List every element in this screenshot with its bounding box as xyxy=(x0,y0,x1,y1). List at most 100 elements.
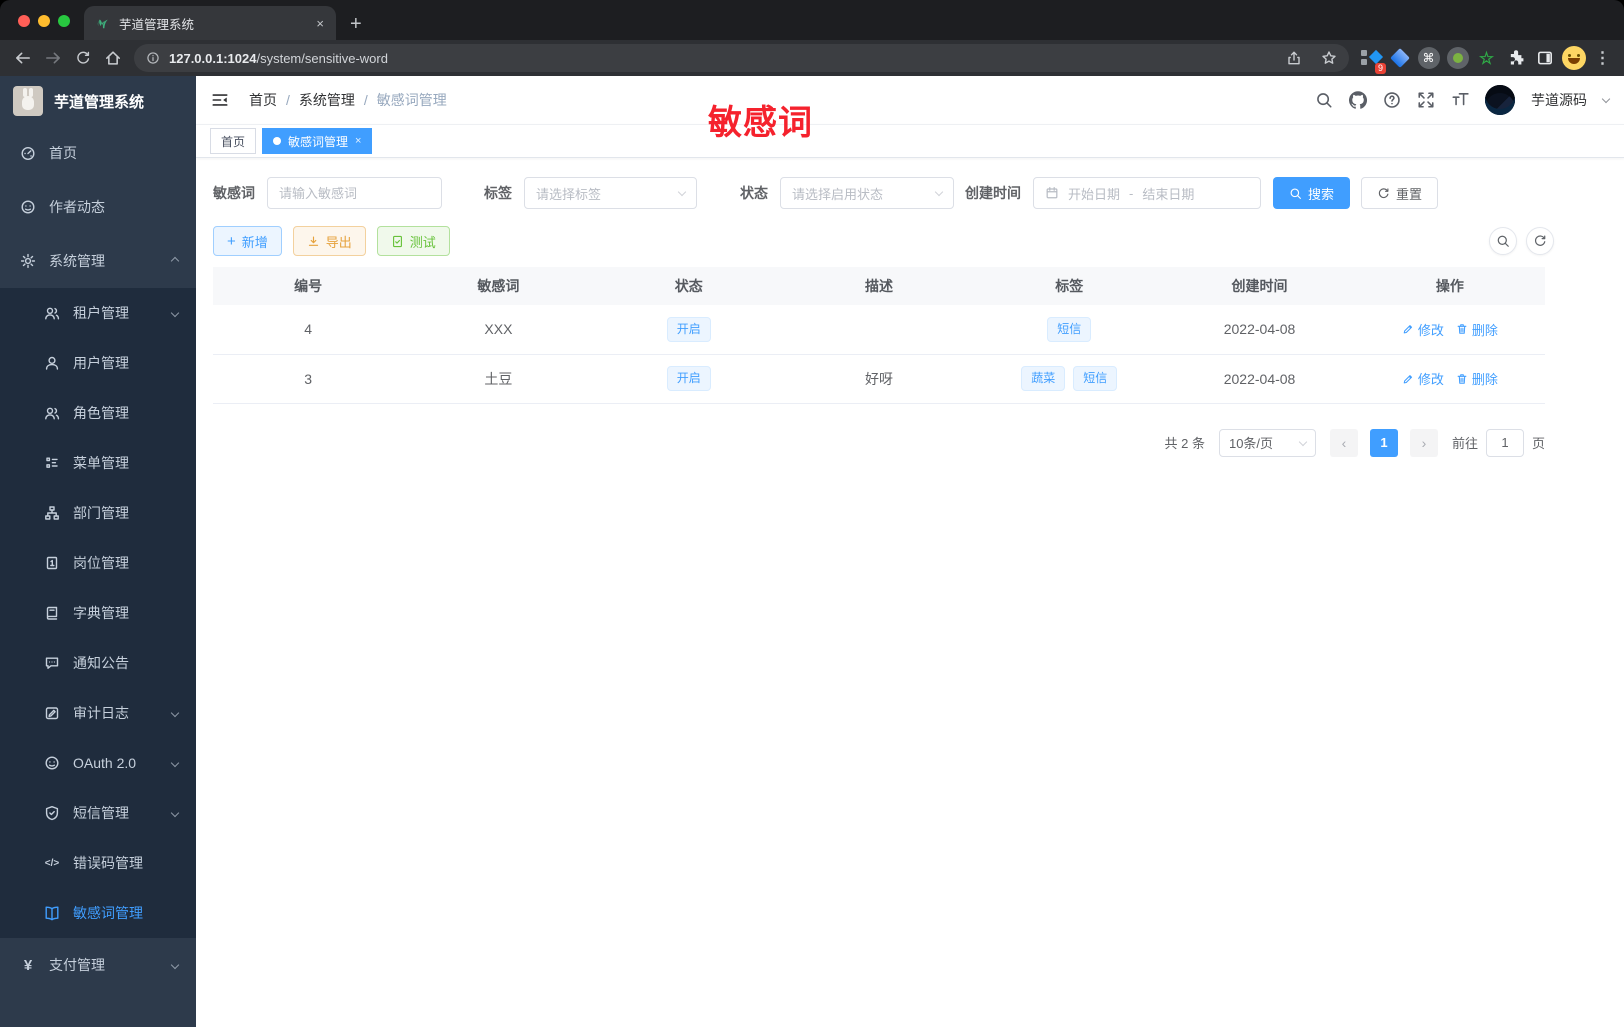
user-name[interactable]: 芋道源码 xyxy=(1531,90,1587,110)
home-button[interactable] xyxy=(98,43,128,73)
date-range-picker[interactable]: 开始日期 - 结束日期 xyxy=(1033,177,1261,209)
window-zoom-button[interactable] xyxy=(58,15,70,27)
github-icon[interactable] xyxy=(1349,91,1367,109)
sidebar-item-author-feed[interactable]: 作者动态 xyxy=(0,180,196,234)
sidebar-item-notice[interactable]: 通知公告 xyxy=(0,638,196,688)
font-size-icon[interactable] xyxy=(1451,91,1469,109)
next-page-button[interactable]: › xyxy=(1409,428,1438,457)
sidebar-item-home[interactable]: 首页 xyxy=(0,126,196,180)
tag-chip: 短信 xyxy=(1047,316,1092,342)
share-icon[interactable] xyxy=(1286,50,1302,66)
user-avatar[interactable] xyxy=(1485,85,1515,115)
side-panel-icon[interactable] xyxy=(1531,45,1558,71)
sidebar-item-tenant[interactable]: 租户管理 xyxy=(0,288,196,338)
goto-page-input[interactable] xyxy=(1485,428,1524,457)
col-id: 编号 xyxy=(213,267,404,305)
sidebar-fold-icon[interactable] xyxy=(211,91,229,109)
edit-link[interactable]: 修改 xyxy=(1402,320,1444,339)
open-book-icon xyxy=(44,905,60,921)
sidebar-item-users[interactable]: 用户管理 xyxy=(0,338,196,388)
extension-command-icon[interactable]: ⌘ xyxy=(1415,45,1442,71)
bookmark-star-icon[interactable] xyxy=(1321,50,1337,66)
sidebar-item-departments[interactable]: 部门管理 xyxy=(0,488,196,538)
sidebar-item-payment[interactable]: ¥ 支付管理 xyxy=(0,938,196,992)
sidebar-item-positions[interactable]: 岗位管理 xyxy=(0,538,196,588)
extension-gem-icon[interactable] xyxy=(1386,45,1413,71)
profile-avatar[interactable] xyxy=(1560,45,1587,71)
sidebar-item-error-code[interactable]: </> 错误码管理 xyxy=(0,838,196,888)
forward-button[interactable] xyxy=(38,43,68,73)
search-icon[interactable] xyxy=(1315,91,1333,109)
fullscreen-icon[interactable] xyxy=(1417,91,1435,109)
reset-button[interactable]: 重置 xyxy=(1361,177,1439,209)
col-desc: 描述 xyxy=(783,267,975,305)
extension-recorder-icon[interactable] xyxy=(1444,45,1471,71)
search-button[interactable]: 搜索 xyxy=(1273,177,1351,209)
page-tab-sensitive-word[interactable]: 敏感词管理 × xyxy=(262,128,373,154)
extension-badge: 9 xyxy=(1374,63,1386,74)
extension-devtools-icon[interactable]: 9 xyxy=(1357,45,1386,74)
cell-actions: 修改 删除 xyxy=(1354,354,1545,404)
edit-link[interactable]: 修改 xyxy=(1402,369,1444,388)
window-close-button[interactable] xyxy=(18,15,30,27)
back-button[interactable] xyxy=(8,43,38,73)
sidebar-item-menus[interactable]: 菜单管理 xyxy=(0,438,196,488)
add-button[interactable]: + 新增 xyxy=(213,226,282,256)
search-icon xyxy=(1289,187,1302,200)
tag-filter-select[interactable]: 请选择标签 xyxy=(524,177,697,209)
status-filter-select[interactable]: 请选择启用状态 xyxy=(780,177,954,209)
prev-page-button[interactable]: ‹ xyxy=(1329,428,1358,457)
browser-menu-icon[interactable]: ⋮ xyxy=(1589,45,1616,71)
sidebar: 芋道管理系统 首页 作者动态 系统管理 租户管理 用户管理 角色管理 菜单管理 xyxy=(0,76,196,1027)
end-date-placeholder[interactable]: 结束日期 xyxy=(1142,184,1194,203)
extension-star-icon[interactable]: ☆ xyxy=(1473,45,1500,71)
tab-close-icon[interactable]: × xyxy=(355,135,361,147)
badge-icon xyxy=(44,555,60,571)
status-tag: 开启 xyxy=(666,316,711,342)
new-tab-button[interactable]: + xyxy=(350,14,362,34)
word-filter-input[interactable] xyxy=(267,177,442,209)
cell-tags: 短信 xyxy=(974,305,1165,355)
chat-dots-icon xyxy=(44,655,60,671)
start-date-placeholder[interactable]: 开始日期 xyxy=(1068,184,1120,203)
address-bar[interactable]: 127.0.0.1:1024/system/sensitive-word xyxy=(134,44,1349,72)
extensions-puzzle-icon[interactable] xyxy=(1502,45,1529,71)
app-logo[interactable]: 芋道管理系统 xyxy=(0,76,196,126)
export-button[interactable]: 导出 xyxy=(292,226,366,256)
breadcrumb: 首页 / 系统管理 / 敏感词管理 xyxy=(249,90,447,110)
delete-link[interactable]: 删除 xyxy=(1456,369,1498,388)
page-size-select[interactable]: 10条/页 xyxy=(1218,428,1316,457)
window-minimize-button[interactable] xyxy=(38,15,50,27)
user-icon xyxy=(44,355,60,371)
app-title: 芋道管理系统 xyxy=(54,93,145,111)
reload-button[interactable] xyxy=(68,43,98,73)
trash-icon xyxy=(1456,323,1468,335)
sidebar-item-sms[interactable]: 短信管理 xyxy=(0,788,196,838)
page-tab-home[interactable]: 首页 xyxy=(210,128,257,154)
sidebar-item-roles[interactable]: 角色管理 xyxy=(0,388,196,438)
user-caret-icon[interactable] xyxy=(1601,94,1611,103)
help-icon[interactable] xyxy=(1383,91,1401,109)
refresh-table-button[interactable] xyxy=(1526,227,1554,255)
tag-chip: 短信 xyxy=(1073,366,1118,391)
breadcrumb-home[interactable]: 首页 xyxy=(249,90,277,110)
sidebar-item-dictionary[interactable]: 字典管理 xyxy=(0,588,196,638)
sidebar-item-audit-log[interactable]: 审计日志 xyxy=(0,688,196,738)
test-button[interactable]: 测试 xyxy=(376,226,450,256)
delete-link[interactable]: 删除 xyxy=(1456,320,1498,339)
tab-close-icon[interactable]: × xyxy=(316,16,324,31)
sidebar-item-oauth[interactable]: OAuth 2.0 xyxy=(0,738,196,788)
site-info-icon[interactable] xyxy=(146,51,160,65)
sidebar-item-system[interactable]: 系统管理 xyxy=(0,234,196,288)
breadcrumb-system[interactable]: 系统管理 xyxy=(299,90,355,110)
toggle-search-button[interactable] xyxy=(1489,227,1517,255)
plus-icon: + xyxy=(227,232,236,250)
browser-tab[interactable]: 芋道管理系统 × xyxy=(84,6,336,40)
browser-toolbar: 127.0.0.1:1024/system/sensitive-word 9 ⌘… xyxy=(0,40,1624,76)
url-path: /system/sensitive-word xyxy=(256,50,388,66)
chevron-down-icon xyxy=(1298,437,1308,446)
page-number-1[interactable]: 1 xyxy=(1369,428,1398,457)
chevron-down-icon xyxy=(170,960,180,970)
sidebar-item-sensitive-word[interactable]: 敏感词管理 xyxy=(0,888,196,938)
page-tabs-bar: 首页 敏感词管理 × xyxy=(196,124,1624,158)
